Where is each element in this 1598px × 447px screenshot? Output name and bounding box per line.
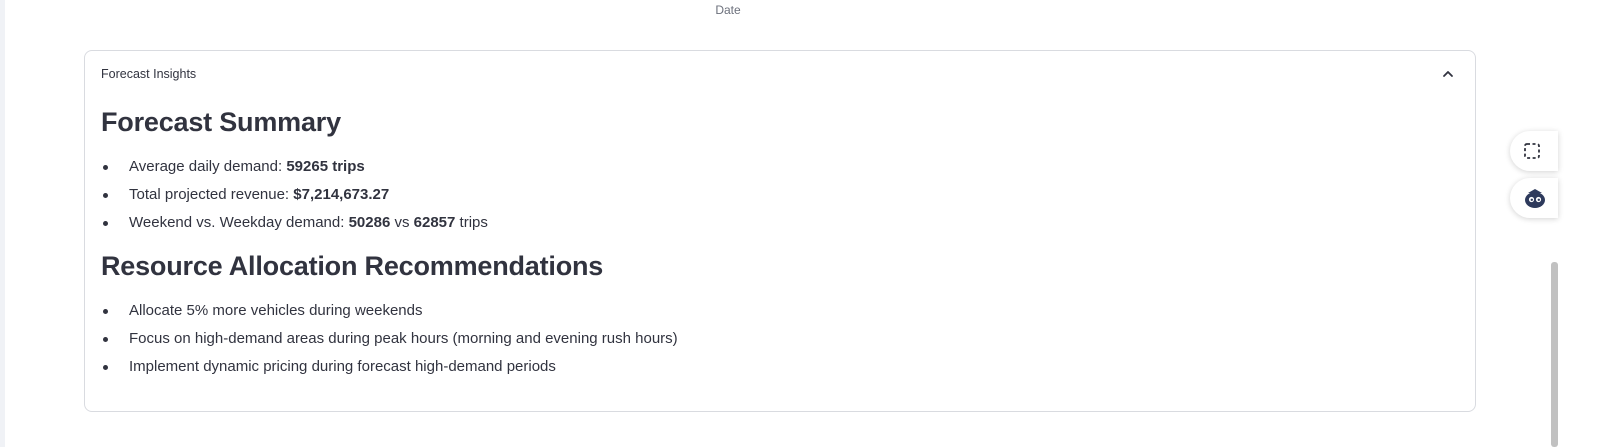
page: Date Forecast Insights Forecast Summary …	[0, 0, 1598, 447]
list-item-revenue: Total projected revenue: $7,214,673.27	[101, 185, 1459, 204]
weekend-demand-value: 50286	[348, 214, 391, 231]
recommendations-list: Allocate 5% more vehicles during weekend…	[101, 301, 1459, 376]
screenshot-tool-button[interactable]	[1510, 131, 1558, 171]
list-item: Implement dynamic pricing during forecas…	[101, 357, 1459, 376]
forecast-insights-expander: Forecast Insights Forecast Summary Avera…	[84, 50, 1476, 412]
assistant-mascot-icon	[1525, 189, 1545, 208]
avg-demand-value: 59265 trips	[286, 158, 365, 175]
expander-title: Forecast Insights	[101, 67, 197, 81]
summary-list: Average daily demand: 59265 trips Total …	[101, 157, 1459, 232]
left-edge-strip	[0, 0, 5, 447]
weekday-demand-value: 62857	[413, 214, 456, 231]
forecast-summary-heading: Forecast Summary	[101, 107, 341, 137]
list-item-avg-demand: Average daily demand: 59265 trips	[101, 157, 1459, 176]
expander-body: Forecast Summary Average daily demand: 5…	[101, 107, 1459, 385]
chart-x-axis-label: Date	[715, 3, 741, 17]
chevron-up-icon[interactable]	[1441, 67, 1455, 81]
recommendations-heading: Resource Allocation Recommendations	[101, 251, 604, 281]
page-scrollbar[interactable]	[1551, 262, 1558, 447]
revenue-value: $7,214,673.27	[293, 186, 390, 203]
expander-header[interactable]: Forecast Insights	[85, 51, 1475, 97]
assistant-button[interactable]	[1510, 178, 1558, 218]
screenshot-select-icon	[1524, 143, 1540, 159]
list-item-weekend-vs-weekday: Weekend vs. Weekday demand: 50286 vs 628…	[101, 213, 1459, 232]
list-item: Focus on high-demand areas during peak h…	[101, 329, 1459, 348]
list-item: Allocate 5% more vehicles during weekend…	[101, 301, 1459, 320]
